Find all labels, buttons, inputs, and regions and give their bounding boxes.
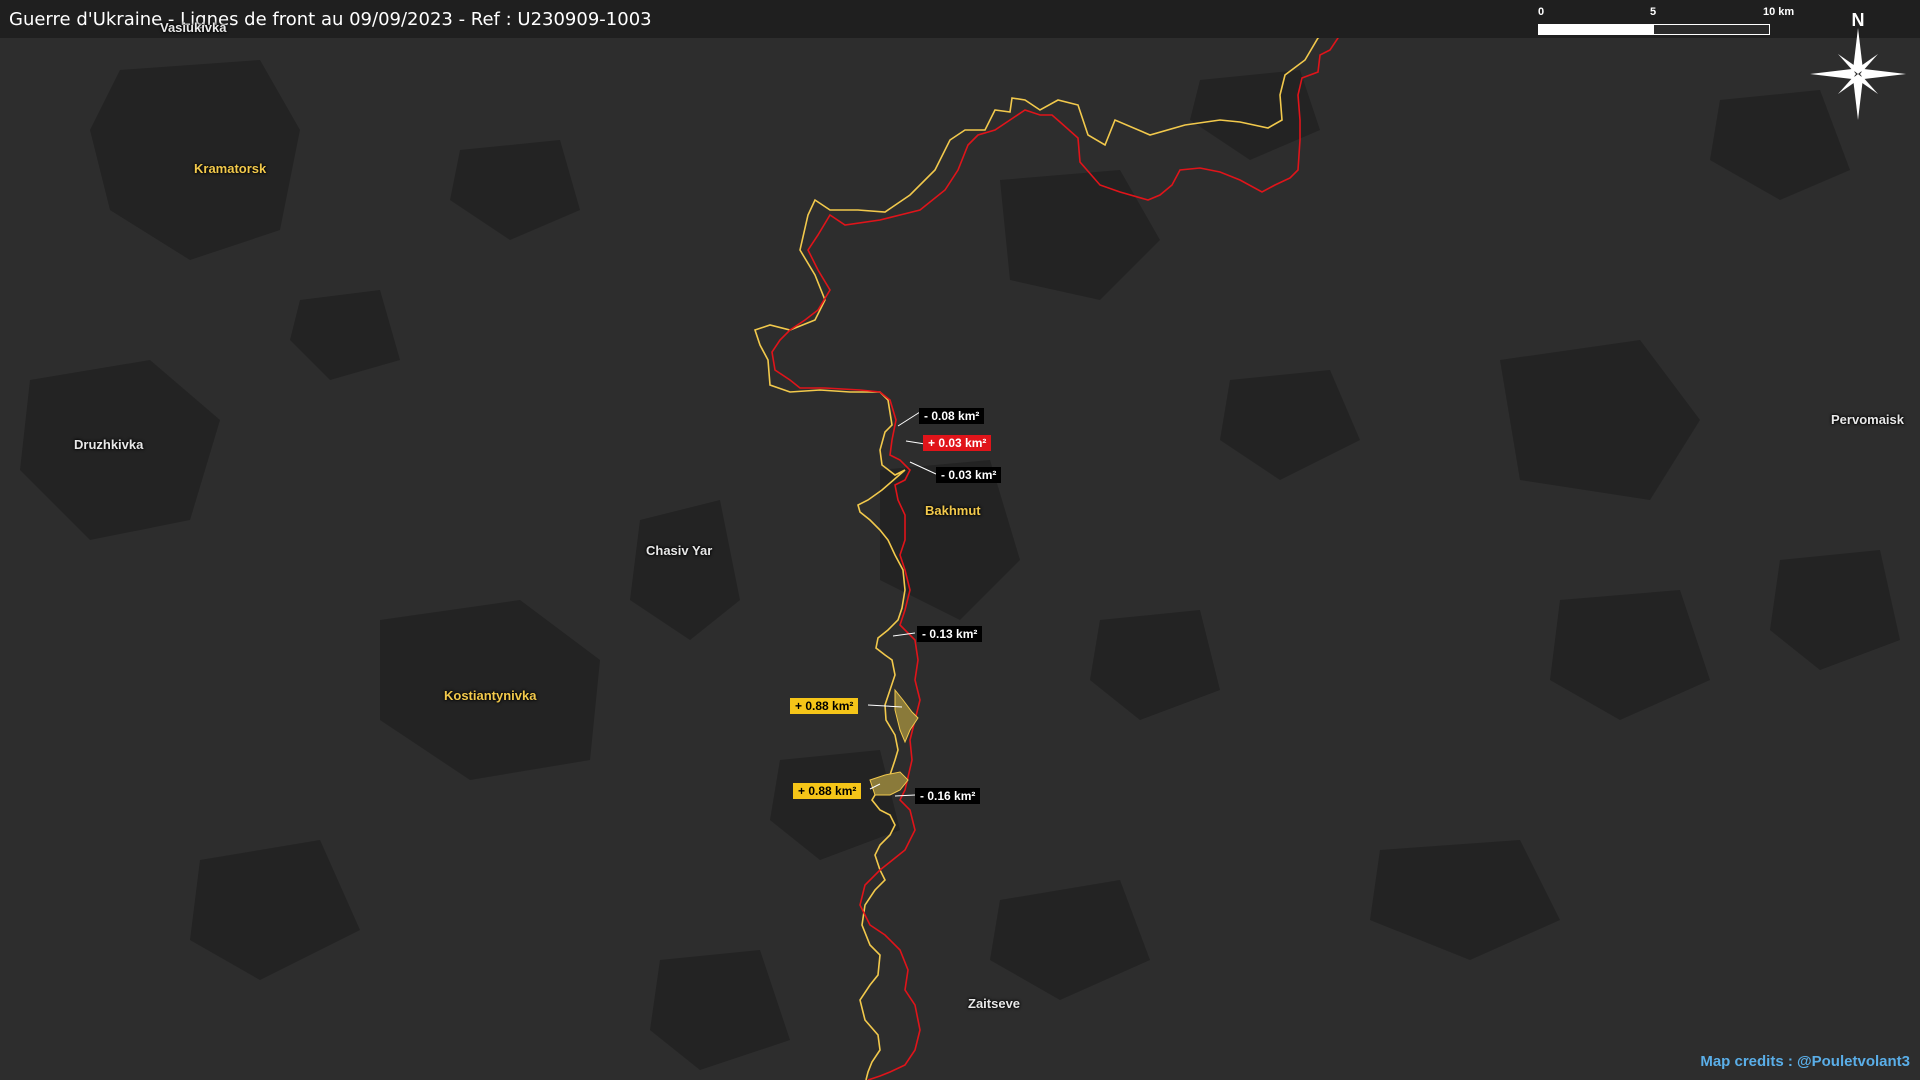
scale-tick-10: 10 km xyxy=(1763,6,1795,18)
map-canvas[interactable] xyxy=(0,0,1920,1080)
city-label-kostiantynivka: Kostiantynivka xyxy=(444,688,537,703)
city-label-chasiv-yar: Chasiv Yar xyxy=(646,543,713,558)
scale-fill xyxy=(1539,25,1654,34)
area-change-label: - 0.13 km² xyxy=(917,626,983,642)
area-change-label: + 0.03 km² xyxy=(923,435,992,451)
city-label-kramatorsk: Kramatorsk xyxy=(194,161,267,176)
city-label-zaitseve: Zaitseve xyxy=(968,996,1021,1011)
city-label-bakhmut: Bakhmut xyxy=(925,503,981,518)
compass-north-label: N xyxy=(1852,10,1865,30)
area-change-label: - 0.03 km² xyxy=(936,467,1002,483)
scale-tick-0: 0 xyxy=(1538,6,1545,18)
scale-box xyxy=(1538,24,1770,35)
compass-rose-icon: N xyxy=(1810,10,1906,120)
scale-bar: 0 5 10 km xyxy=(1538,6,1798,38)
city-label-pervomaisk: Pervomaisk xyxy=(1831,412,1904,427)
area-change-label: + 0.88 km² xyxy=(790,698,859,714)
map-title: Guerre d'Ukraine - Lignes de front au 09… xyxy=(9,9,652,30)
map-view[interactable]: Guerre d'Ukraine - Lignes de front au 09… xyxy=(0,0,1920,1080)
area-change-label: - 0.16 km² xyxy=(915,788,981,804)
city-label-druzhkivka: Druzhkivka xyxy=(74,437,144,452)
urban-areas xyxy=(20,60,1900,1070)
city-label-vasiukivka: Vasiukivka xyxy=(160,20,227,35)
area-change-label: - 0.08 km² xyxy=(919,408,985,424)
area-change-label: + 0.88 km² xyxy=(793,783,862,799)
compass: N xyxy=(1808,6,1908,126)
map-credits: Map credits : @Pouletvolant3 xyxy=(1700,1053,1910,1070)
scale-tick-5: 5 xyxy=(1650,6,1657,18)
